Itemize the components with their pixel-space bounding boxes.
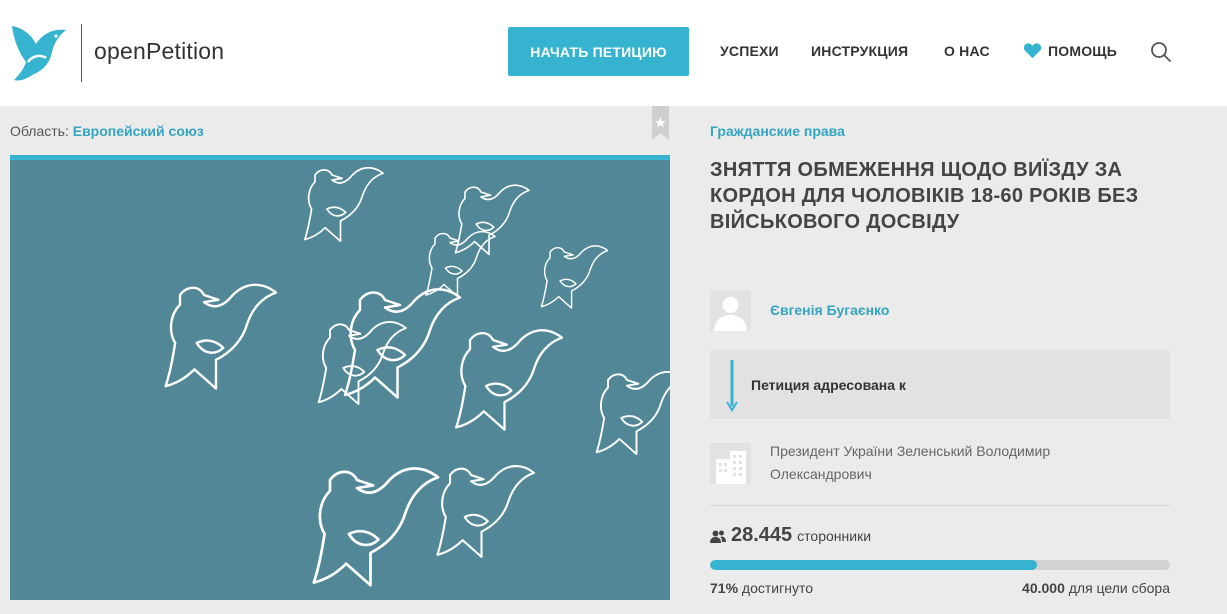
supporters-count: 28.445 сторонники xyxy=(710,524,871,547)
search-icon[interactable] xyxy=(1150,41,1172,63)
petition-hero-image xyxy=(10,155,670,600)
author-name[interactable]: Євгенія Бугаєнко xyxy=(770,302,889,318)
start-petition-button[interactable]: НАЧАТЬ ПЕТИЦИЮ xyxy=(508,27,689,76)
region-label: Область: xyxy=(10,123,69,139)
bookmark-star-icon[interactable] xyxy=(652,106,669,140)
supporters-number: 28.445 xyxy=(731,524,793,546)
divider xyxy=(710,505,1170,506)
nav-instructions[interactable]: ИНСТРУКЦИЯ xyxy=(811,43,908,59)
author-avatar[interactable] xyxy=(710,290,751,331)
progress-percent: 71% xyxy=(710,580,739,596)
arrow-down-icon xyxy=(726,360,738,412)
progress-fill xyxy=(710,560,1037,570)
progress-achieved: 71% достигнуто xyxy=(710,580,813,596)
addressed-to-label: Петиция адресована к xyxy=(751,377,906,393)
heart-icon xyxy=(1023,43,1042,59)
building-icon xyxy=(710,443,751,484)
addressed-to-box[interactable]: Петиция адресована к xyxy=(710,350,1170,419)
site-header: openPetition НАЧАТЬ ПЕТИЦИЮ УСПЕХИ ИНСТР… xyxy=(0,0,1227,106)
nav-successes[interactable]: УСПЕХИ xyxy=(720,43,779,59)
dove-logo-icon[interactable] xyxy=(10,22,68,84)
goal-value: 40.000 xyxy=(1022,580,1065,596)
logo-divider xyxy=(81,24,82,82)
logo-text[interactable]: openPetition xyxy=(94,38,224,65)
petition-category[interactable]: Гражданские права xyxy=(710,123,845,139)
goal-label: для цели сбора xyxy=(1068,580,1170,596)
supporters-label: сторонники xyxy=(797,528,872,544)
goal: 40.000 для цели сбора xyxy=(1022,580,1170,596)
nav-help[interactable]: ПОМОЩЬ xyxy=(1023,42,1117,59)
doves-illustration xyxy=(164,166,670,587)
petition-title: ЗНЯТТЯ ОБМЕЖЕННЯ ЩОДО ВИЇЗДУ ЗА КОРДОН Д… xyxy=(710,159,1139,233)
progress-achieved-label: достигнуто xyxy=(741,580,813,596)
progress-bar xyxy=(710,560,1170,570)
nav-help-label: ПОМОЩЬ xyxy=(1048,42,1118,59)
nav-about[interactable]: О НАС xyxy=(944,43,990,59)
user-silhouette-icon xyxy=(710,290,751,331)
region-line: Область: Европейский союз xyxy=(10,123,204,139)
people-icon xyxy=(710,530,726,543)
recipient-name: Президент України Зеленський Володимир О… xyxy=(770,443,1051,482)
region-link[interactable]: Европейский союз xyxy=(73,123,204,139)
